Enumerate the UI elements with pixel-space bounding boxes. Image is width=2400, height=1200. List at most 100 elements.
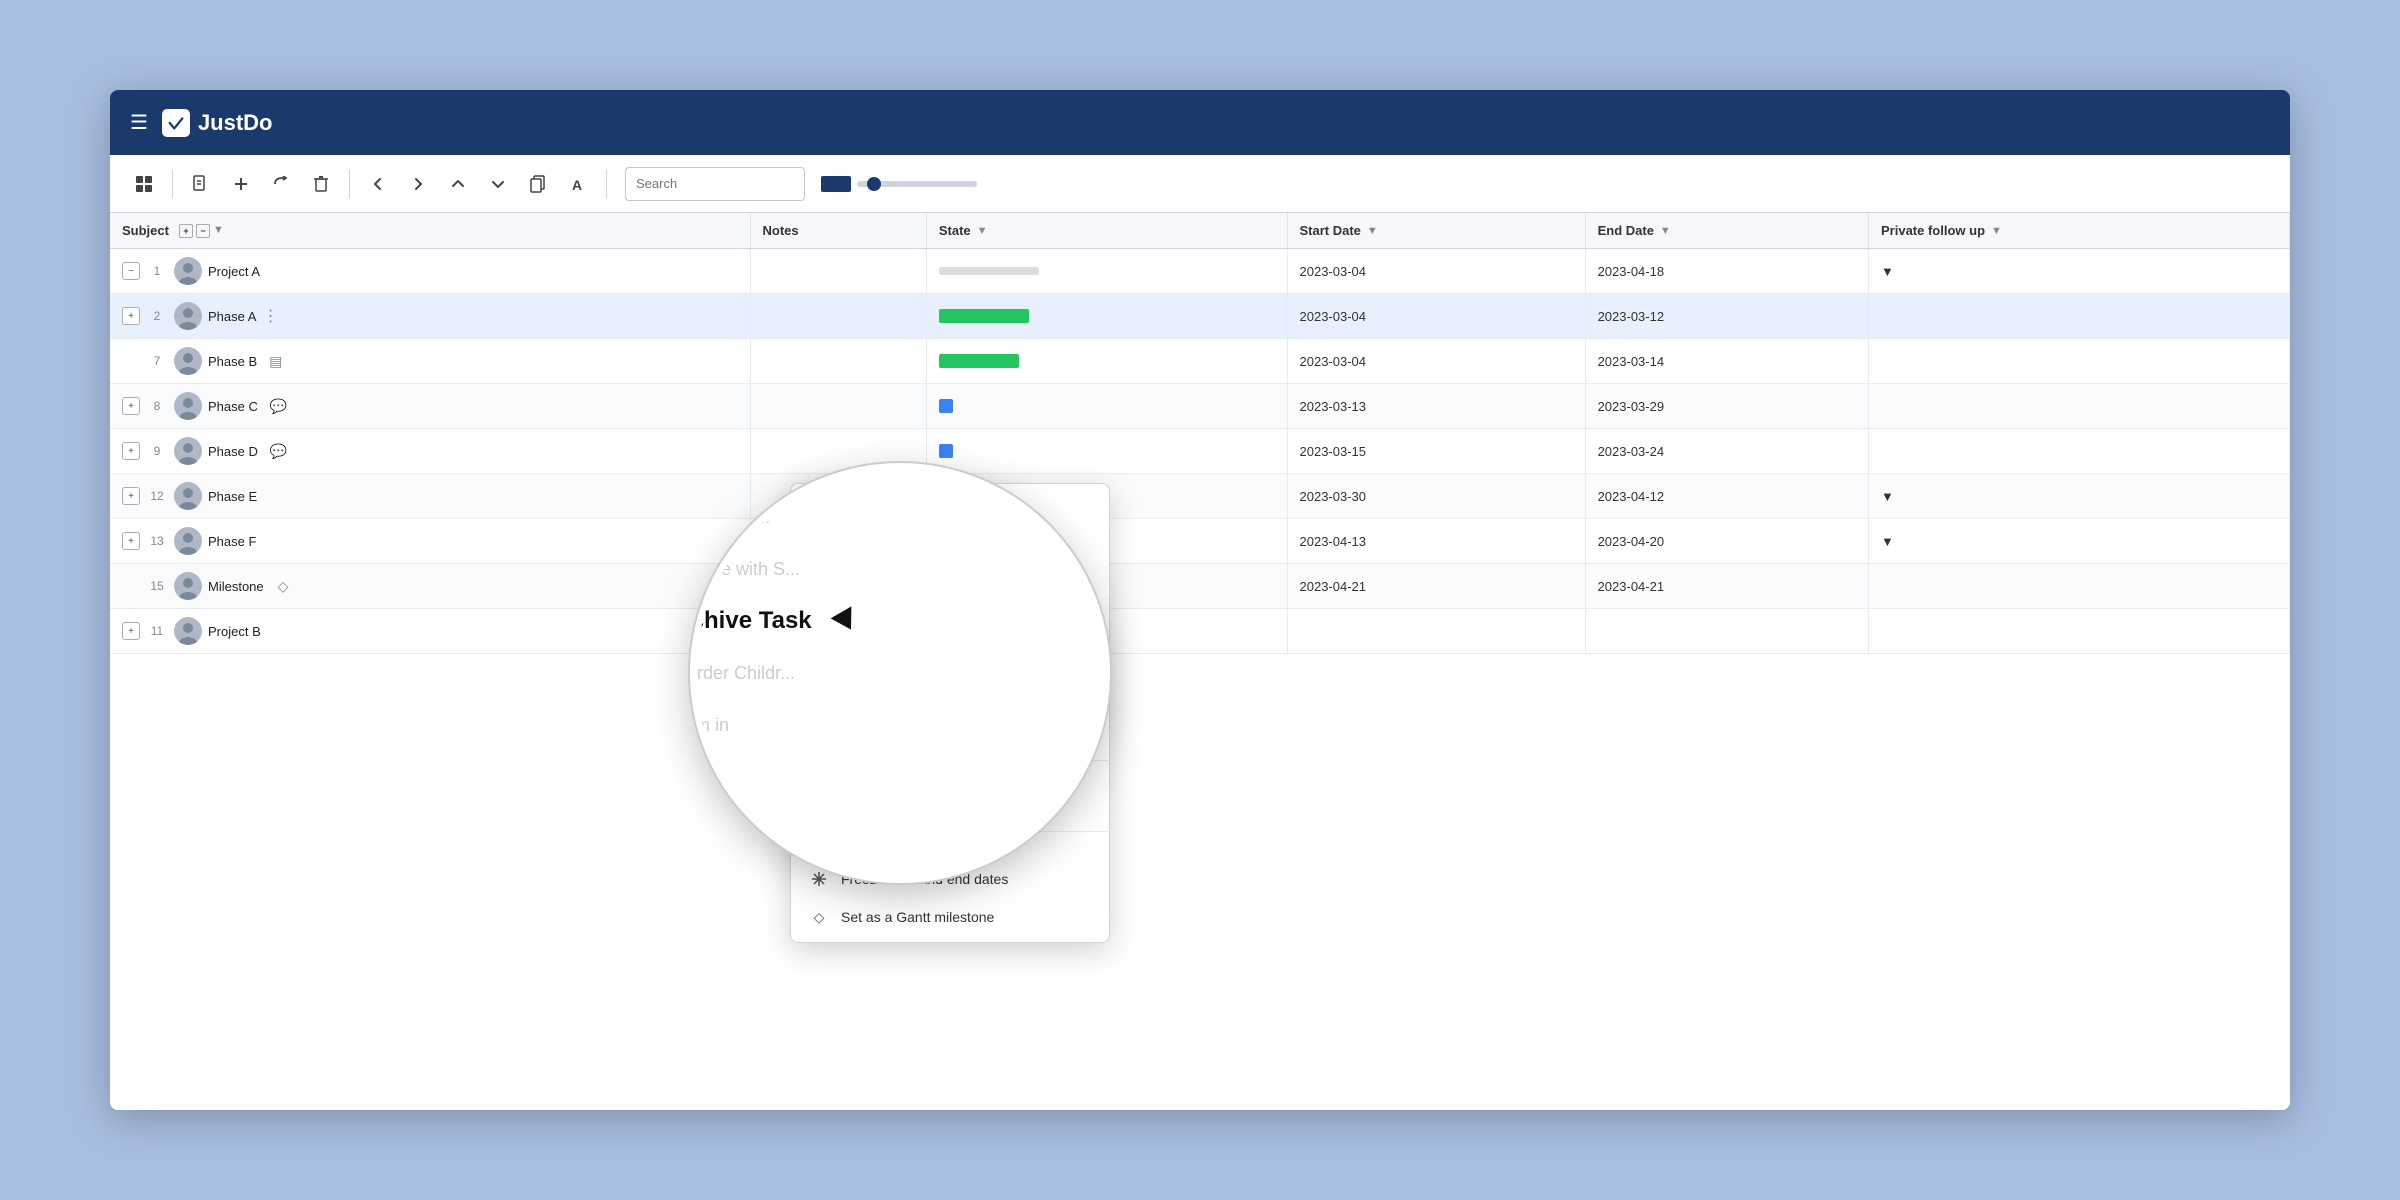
- zoom-thumb: [867, 177, 881, 191]
- filter-state-icon[interactable]: ▼: [977, 225, 988, 237]
- expand-row-icon[interactable]: +: [122, 397, 140, 415]
- search-input[interactable]: [636, 176, 794, 191]
- table-row: + 9 Phase D 💬 2023-03-15: [110, 429, 2290, 474]
- redo-button[interactable]: [263, 166, 299, 202]
- reorder-icon: [809, 651, 829, 671]
- private-follow-up-cell: ▼: [1869, 474, 2290, 519]
- ctx-reorder-children[interactable]: Reorder Childr... ▶: [791, 642, 1109, 680]
- notes-cell: [750, 384, 926, 429]
- ctx-set-project[interactable]: Set as a Project: [791, 789, 1109, 827]
- toolbar-separator-2: [349, 170, 350, 198]
- ctx-add-favorites[interactable]: Add to favo...: [791, 528, 1109, 566]
- svg-text:A: A: [572, 177, 582, 192]
- collapse-all-icon[interactable]: −: [196, 224, 210, 238]
- grid-view-button[interactable]: [126, 166, 162, 202]
- row-context-menu-icon[interactable]: ⋮: [262, 306, 278, 326]
- subject-cell: + 9 Phase D 💬: [110, 429, 750, 474]
- private-follow-up-cell: [1869, 384, 2290, 429]
- arrow-left-button[interactable]: [360, 166, 396, 202]
- end-date-cell: 2023-03-29: [1585, 384, 1868, 429]
- ctx-archive-task[interactable]: Archive Task: [791, 604, 1109, 642]
- table-row: 7 Phase B ▤ 2023-03-04 2023-03-14: [110, 339, 2290, 384]
- ctx-meeting[interactable]: ...eeting: [791, 718, 1109, 756]
- ctx-divider-2: [791, 831, 1109, 832]
- expand-row-icon[interactable]: +: [122, 622, 140, 640]
- top-bar: ☰ JustDo: [110, 90, 2290, 155]
- private-follow-up-cell: ▼: [1869, 249, 2290, 294]
- search-box: [625, 167, 805, 201]
- ctx-zoom-in[interactable]: Zoom in: [791, 680, 1109, 718]
- snowflake-icon: [809, 869, 829, 889]
- chat-icon: 💬: [270, 398, 287, 415]
- ctx-freeze-dates[interactable]: Freeze start and end dates: [791, 860, 1109, 898]
- avatar: [174, 482, 202, 510]
- private-follow-up-cell: [1869, 609, 2290, 654]
- notes-cell: [750, 249, 926, 294]
- ctx-zoom-in-label: Zoom in: [841, 691, 892, 707]
- collapse-row-icon[interactable]: −: [122, 262, 140, 280]
- private-follow-up-cell: [1869, 564, 2290, 609]
- expand-row-icon[interactable]: +: [122, 532, 140, 550]
- start-date-cell: 2023-03-30: [1287, 474, 1585, 519]
- start-date-cell: 2023-03-04: [1287, 249, 1585, 294]
- new-doc-button[interactable]: [183, 166, 219, 202]
- state-cell: [926, 294, 1287, 339]
- font-button[interactable]: A: [560, 166, 596, 202]
- ctx-set-project-label: Set as a Project: [841, 800, 940, 816]
- notes-cell: [750, 294, 926, 339]
- ctx-set-milestone[interactable]: ◇ Set as a Gantt milestone: [791, 898, 1109, 936]
- avatar: [174, 302, 202, 330]
- zoom-bar[interactable]: [857, 181, 977, 187]
- delete-button[interactable]: [303, 166, 339, 202]
- diamond-icon: ◇: [809, 907, 829, 927]
- end-date-cell: 2023-04-20: [1585, 519, 1868, 564]
- avatar: [174, 257, 202, 285]
- ctx-remove-subtree-label: Remove with S...: [841, 577, 947, 593]
- filter-end-date-icon[interactable]: ▼: [1660, 225, 1671, 237]
- private-follow-up-cell: [1869, 294, 2290, 339]
- arrow-up-button[interactable]: [440, 166, 476, 202]
- archive-icon: [809, 613, 829, 633]
- start-date-cell: 2023-03-04: [1287, 339, 1585, 384]
- private-follow-up-cell: [1869, 339, 2290, 384]
- zoom-icon: [809, 689, 829, 709]
- col-header-end-date: End Date ▼: [1585, 213, 1868, 249]
- add-button[interactable]: [223, 166, 259, 202]
- ctx-remove-subtree[interactable]: Remove with S...: [791, 566, 1109, 604]
- logo: JustDo: [162, 109, 273, 137]
- avatar: [174, 617, 202, 645]
- subject-cell: + 12 Phase E: [110, 474, 750, 519]
- avatar: [174, 437, 202, 465]
- toolbar: A: [110, 155, 2290, 213]
- table-area: Subject + − ▼ Notes: [110, 213, 2290, 1110]
- col-header-state: State ▼: [926, 213, 1287, 249]
- avatar: [174, 572, 202, 600]
- table-row: + 12 Phase E 2023-03-30 2023-04-12: [110, 474, 2290, 519]
- state-cell: [926, 249, 1287, 294]
- filter-start-date-icon[interactable]: ▼: [1367, 225, 1378, 237]
- notes-cell: [750, 339, 926, 384]
- ctx-creating-task[interactable]: ing Task: [791, 490, 1109, 528]
- col-header-subject: Subject + − ▼: [110, 213, 750, 249]
- app-window: ☰ JustDo: [110, 90, 2290, 1110]
- table-row: − 1 Project A 2023-03-04 2023-04-18: [110, 249, 2290, 294]
- folder-icon: [809, 798, 829, 818]
- subject-cell: 15 Milestone ◇: [110, 564, 750, 609]
- filter-subject-icon[interactable]: ▼: [213, 224, 224, 238]
- grid-table: Subject + − ▼ Notes: [110, 213, 2290, 654]
- arrow-down-button[interactable]: [480, 166, 516, 202]
- subject-cell: + 2 Phase A ⋮: [110, 294, 750, 339]
- end-date-cell: 2023-03-24: [1585, 429, 1868, 474]
- expand-row-icon[interactable]: +: [122, 307, 140, 325]
- zoom-indicator: [821, 176, 851, 192]
- arrow-right-button[interactable]: [400, 166, 436, 202]
- expand-row-icon[interactable]: +: [122, 442, 140, 460]
- expand-row-icon[interactable]: +: [122, 487, 140, 505]
- expand-all-icon[interactable]: +: [179, 224, 193, 238]
- private-follow-up-cell: [1869, 429, 2290, 474]
- end-date-cell: 2023-03-14: [1585, 339, 1868, 384]
- copy-button[interactable]: [520, 166, 556, 202]
- notes-cell: [750, 429, 926, 474]
- filter-private-icon[interactable]: ▼: [1991, 225, 2002, 237]
- hamburger-icon[interactable]: ☰: [130, 110, 148, 135]
